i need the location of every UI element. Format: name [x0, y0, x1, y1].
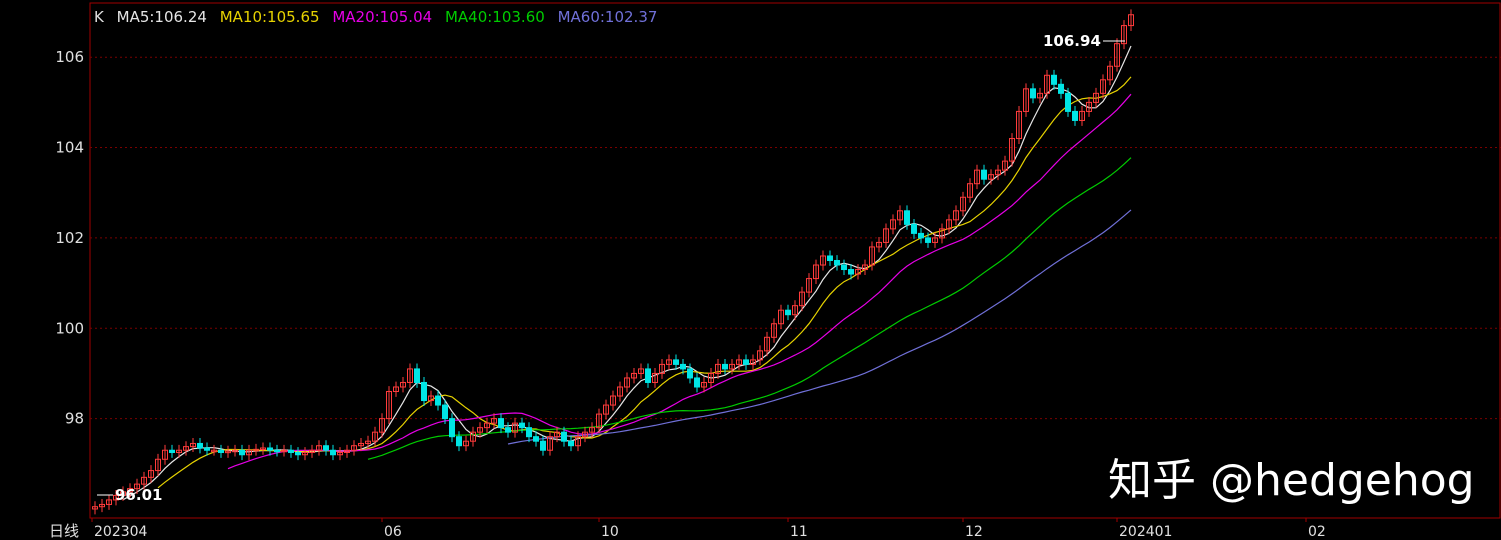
x-tick-label: 10 — [601, 524, 619, 540]
x-tick-label: 11 — [790, 524, 808, 540]
ma40-line — [367, 157, 1132, 460]
y-tick-label: 106 — [55, 48, 84, 66]
y-tick-label: 98 — [65, 410, 84, 428]
x-tick-label: 12 — [965, 524, 983, 540]
candle-body — [540, 440, 546, 451]
candle-body — [722, 363, 728, 370]
y-axis: 98 100 102 104 106 — [55, 48, 84, 427]
plot-frame — [89, 2, 1501, 519]
candle-body — [442, 404, 448, 420]
candle-body — [834, 260, 840, 266]
x-axis: 日线 202304 06 10 11 12 202401 02 — [49, 518, 1326, 540]
x-tick-label: 202401 — [1119, 524, 1172, 540]
candle-body — [694, 377, 700, 388]
candle-body — [1051, 74, 1057, 85]
ma5-line — [122, 45, 1132, 501]
candle-body — [1058, 83, 1064, 94]
candle-body — [827, 255, 833, 261]
ma20-line — [227, 93, 1132, 470]
candle-body — [498, 418, 504, 429]
candle-body — [561, 431, 567, 442]
candle-body — [267, 447, 273, 451]
y-tick-label: 100 — [55, 319, 84, 337]
legend-ma60: MA60:102.37 — [557, 8, 658, 26]
candle-body — [288, 449, 294, 453]
candle-body — [169, 449, 175, 453]
period-label: 日线 — [49, 522, 79, 540]
candle-body — [645, 368, 651, 383]
candle-body — [785, 309, 791, 316]
moving-average-lines — [122, 45, 1132, 501]
candle-body — [197, 442, 203, 449]
candle-body — [533, 436, 539, 442]
candle-body — [1030, 88, 1036, 99]
candle-body — [680, 363, 686, 370]
candle-body — [421, 381, 427, 402]
candle-body — [743, 359, 749, 365]
candle-body — [330, 449, 336, 456]
x-tick-label: 202304 — [94, 524, 148, 540]
y-tick-label: 102 — [55, 229, 84, 247]
candle-body — [449, 418, 455, 438]
candles — [92, 9, 1134, 515]
candle-body — [925, 237, 931, 243]
candle-body — [841, 264, 847, 271]
legend-ma20: MA20:105.04 — [332, 8, 433, 26]
candle-body — [687, 368, 693, 379]
candle-body — [218, 449, 224, 453]
price-gridlines — [89, 2, 1501, 519]
legend-ma5: MA5:106.24 — [116, 8, 207, 26]
candle-body — [505, 427, 511, 433]
candle-body — [568, 440, 574, 447]
candle-body — [519, 422, 525, 429]
ma60-line — [507, 209, 1132, 445]
candle-body — [848, 269, 854, 275]
candle-body — [673, 359, 679, 365]
y-tick-label: 104 — [55, 139, 84, 157]
candle-body — [1065, 92, 1071, 112]
x-tick-label: 02 — [1308, 524, 1326, 540]
candle-body — [323, 445, 329, 451]
candle-body — [904, 210, 910, 225]
candle-body — [911, 223, 917, 234]
legend-k-label: K — [94, 8, 104, 26]
candle-body — [435, 395, 441, 406]
last-close-label: 106.94 — [1043, 32, 1101, 50]
period-low-label: 96.01 — [115, 486, 162, 504]
x-tick-label: 06 — [384, 524, 402, 540]
legend-ma40: MA40:103.60 — [444, 8, 545, 26]
candle-body — [918, 232, 924, 239]
candle-body — [295, 451, 301, 456]
candle-body — [414, 368, 420, 383]
candle-body — [981, 169, 987, 180]
candle-body — [204, 447, 210, 451]
candle-body — [456, 436, 462, 447]
candle-body — [526, 427, 532, 438]
indicator-legend: K MA5:106.24 MA10:105.65 MA20:105.04 MA4… — [94, 8, 665, 26]
candle-body — [1072, 110, 1078, 121]
legend-ma10: MA10:105.65 — [219, 8, 320, 26]
watermark: 知乎 @hedgehog — [1108, 455, 1475, 506]
candle-body — [274, 449, 280, 453]
ma10-line — [157, 76, 1132, 489]
candle-body — [239, 449, 245, 456]
